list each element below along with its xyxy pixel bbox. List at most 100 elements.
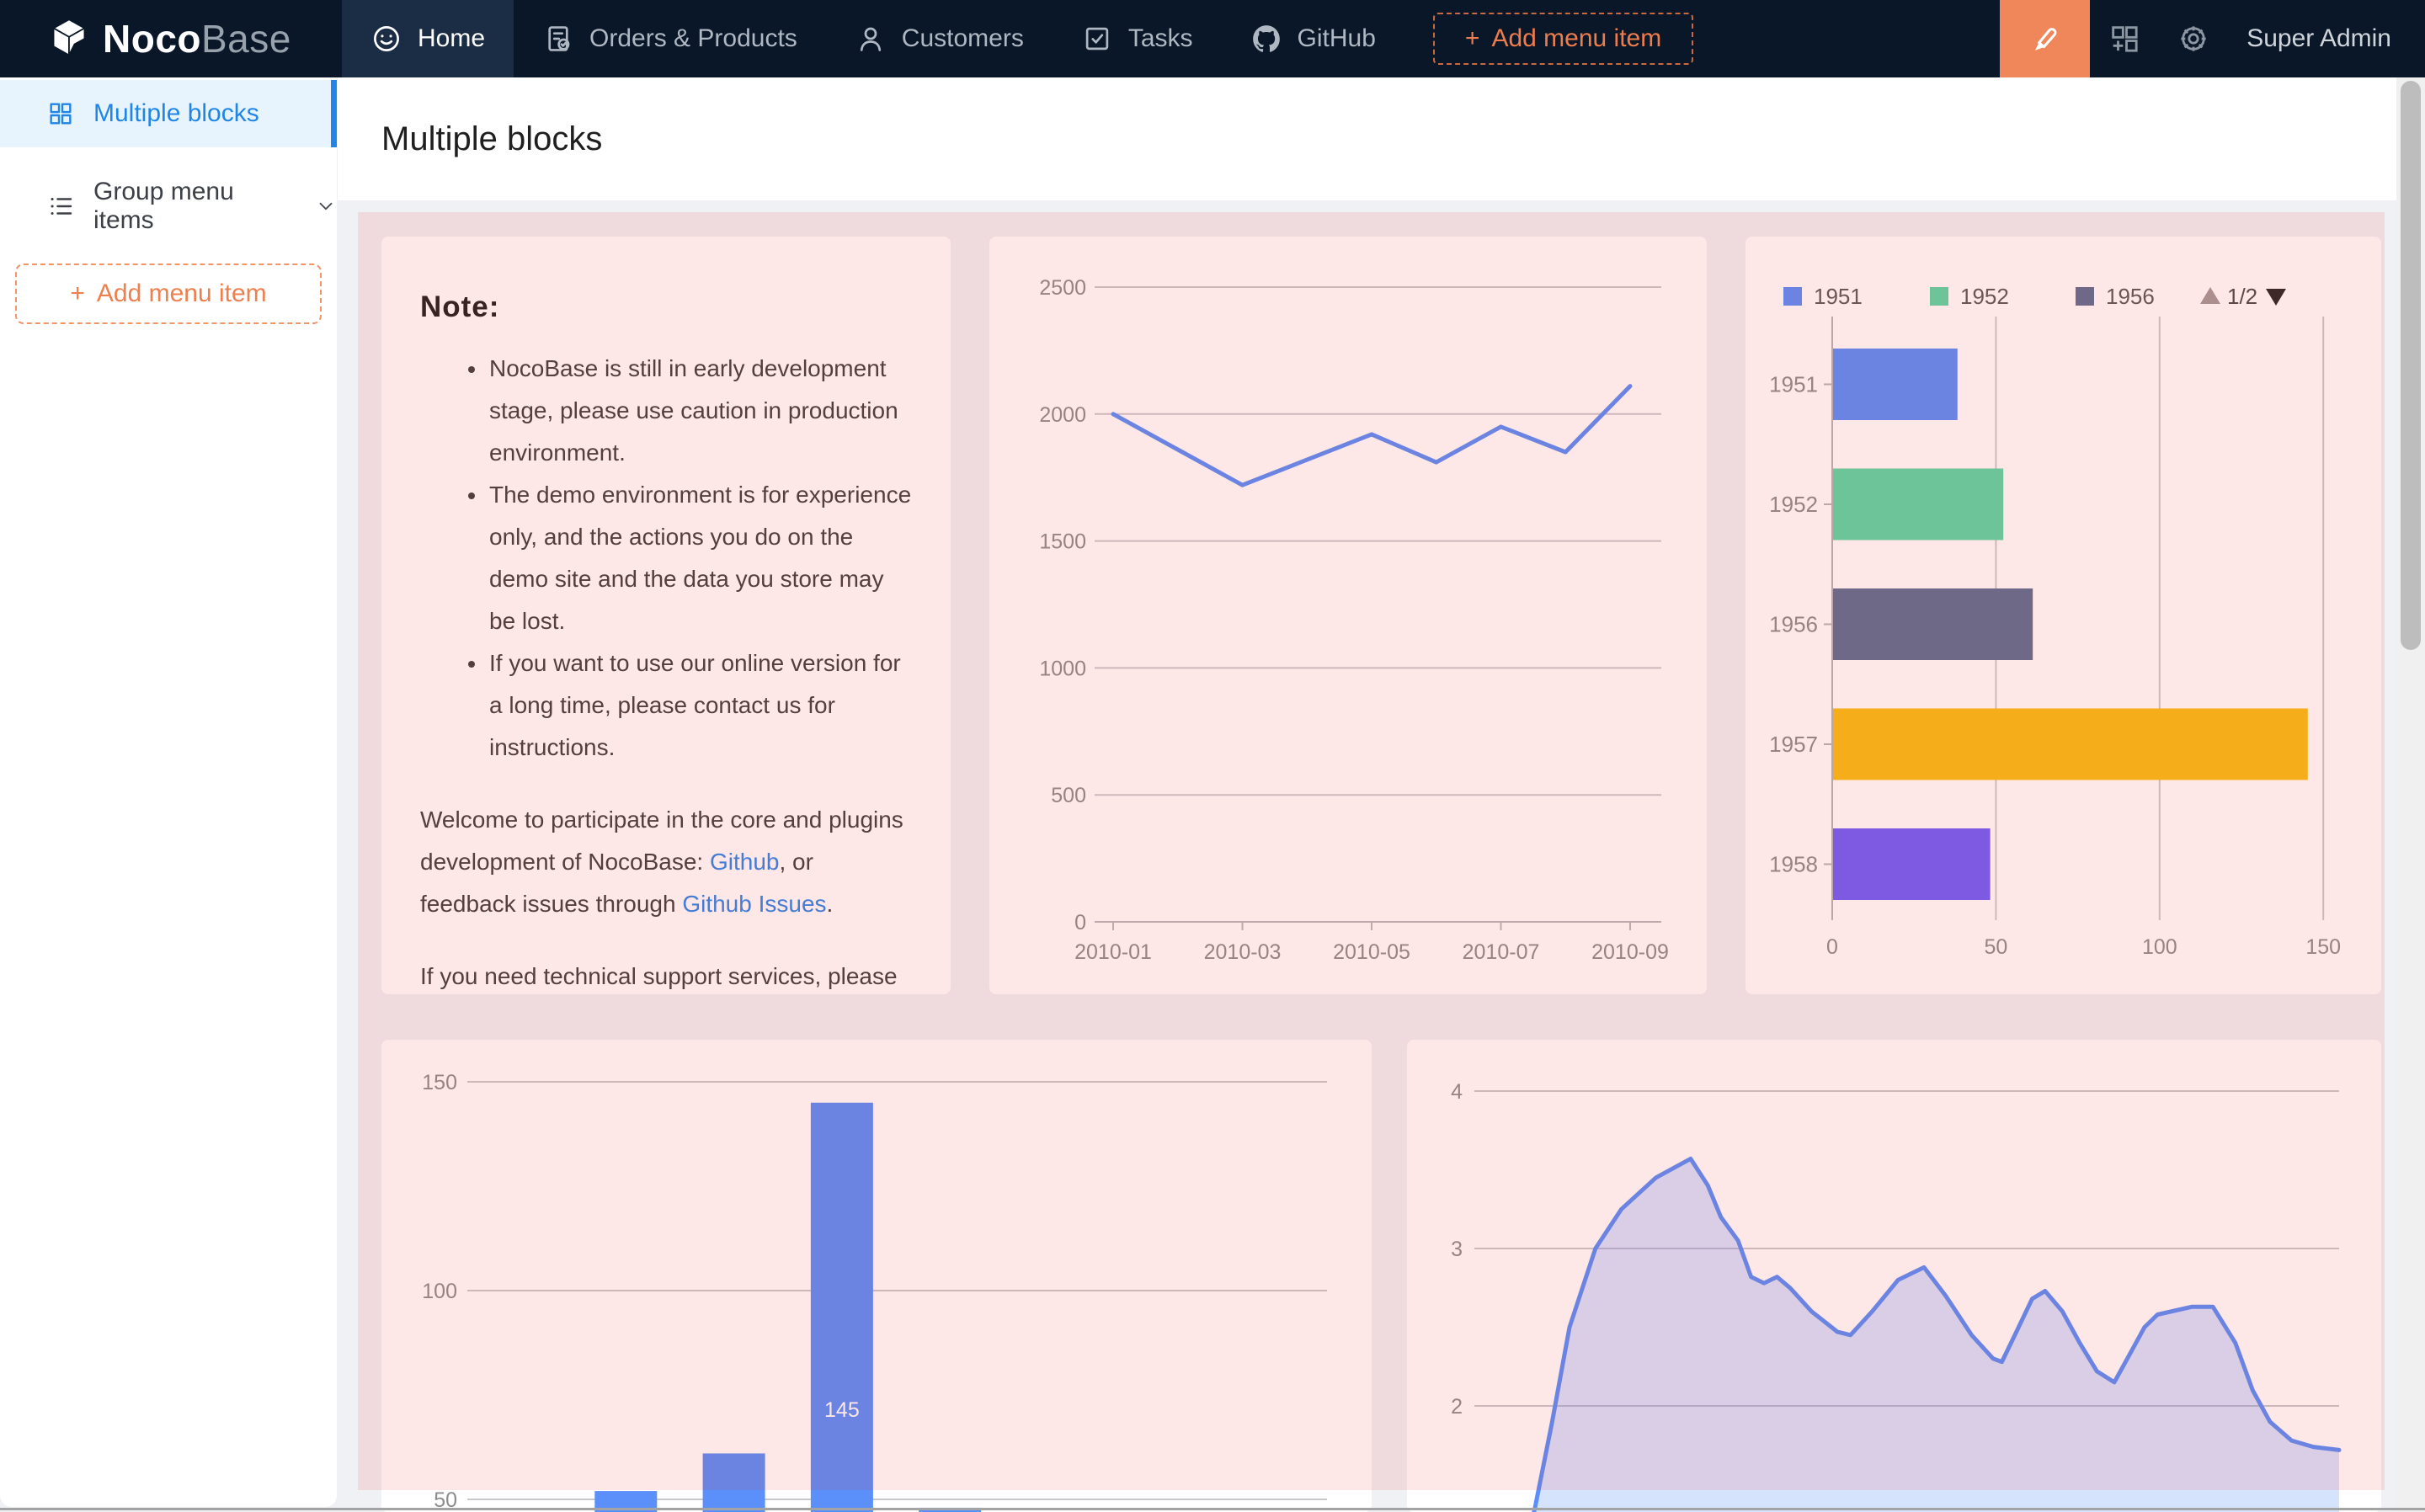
settings-button[interactable] [2159, 0, 2228, 77]
sidebar-menu: Multiple blocks Group menu items [0, 80, 337, 240]
svg-text:1956: 1956 [1769, 612, 1818, 637]
note-link[interactable]: Github [710, 849, 780, 875]
note-bullet: If you want to use our online version fo… [488, 642, 912, 769]
user-icon [855, 23, 887, 55]
svg-text:1000: 1000 [1039, 657, 1086, 680]
svg-text:150: 150 [422, 1071, 457, 1094]
nav-item-label: Home [418, 24, 485, 53]
vertical-scrollbar[interactable] [2396, 77, 2425, 1512]
grid-icon [46, 99, 75, 128]
svg-text:50: 50 [1984, 935, 2007, 959]
line-chart: 050010001500200025002010-012010-032010-0… [989, 237, 1707, 994]
window-bottom-edge [0, 1508, 2425, 1510]
scrollbar-thumb[interactable] [2401, 81, 2421, 650]
navbar: NocoBase Home Orders & Products Customers T… [0, 0, 2425, 77]
cube-logo-icon [47, 15, 91, 62]
svg-text:3: 3 [1451, 1238, 1463, 1261]
note-link[interactable]: Github Issues [682, 891, 826, 917]
svg-text:0: 0 [1826, 935, 1838, 959]
chevron-down-icon [315, 195, 337, 217]
navbar-menu: Home Orders & Products Customers Tasks GitHu… [342, 0, 1404, 77]
current-user-name: Super Admin [2246, 24, 2391, 53]
logo-text-bold: Noco [103, 17, 201, 61]
area-chart: 4 3 2 [1407, 1040, 2381, 1512]
svg-text:150: 150 [2305, 935, 2341, 959]
navbar-right-actions: Super Admin [2000, 0, 2425, 77]
nocobase-logo[interactable]: NocoBase [0, 0, 342, 77]
legend-page-up[interactable] [2200, 287, 2220, 304]
svg-text:100: 100 [422, 1280, 457, 1303]
note-block: Note: NocoBase is still in early develop… [381, 237, 951, 994]
svg-text:1951: 1951 [1769, 372, 1818, 397]
sidebar-add-menu-item-button[interactable]: + Add menu item [15, 264, 322, 324]
note-bullet: The demo environment is for experience o… [488, 474, 912, 642]
nav-item-label: GitHub [1298, 24, 1376, 53]
nav-item-label: Tasks [1128, 24, 1193, 53]
plus-icon: + [70, 280, 85, 308]
note-title: Note: [420, 290, 912, 324]
logo-text-light: Base [201, 17, 291, 61]
plus-icon: + [1465, 24, 1480, 53]
nav-item-home[interactable]: Home [342, 0, 514, 77]
page-header: Multiple blocks [338, 77, 2396, 200]
app-window: NocoBase Home Orders & Products Customers T… [0, 0, 2425, 1512]
receipt-icon [542, 23, 574, 55]
legend-item[interactable]: 1956 [2106, 284, 2155, 309]
note-paragraph: If you need technical support services, … [420, 956, 912, 994]
svg-text:100: 100 [2142, 935, 2177, 959]
svg-text:2010-05: 2010-05 [1333, 940, 1410, 964]
sidebar-item-group-menu-items[interactable]: Group menu items [0, 173, 337, 240]
check-square-icon [1081, 23, 1113, 55]
legend-item[interactable]: 1951 [1814, 284, 1863, 309]
svg-text:0: 0 [1074, 911, 1086, 934]
navbar-add-menu-item-label: Add menu item [1491, 24, 1661, 53]
svg-text:2010-01: 2010-01 [1074, 940, 1152, 964]
legend-page-down[interactable] [2266, 289, 2286, 306]
current-user-menu[interactable]: Super Admin [2228, 0, 2425, 77]
navbar-add-menu-item-button[interactable]: + Add menu item [1433, 13, 1693, 65]
column-chart: 15010050145 [381, 1040, 1372, 1512]
sidebar-item-label: Multiple blocks [93, 99, 259, 128]
svg-text:145: 145 [824, 1398, 860, 1422]
note-paragraph: Welcome to participate in the core and p… [420, 799, 912, 925]
svg-text:1/2: 1/2 [2227, 284, 2257, 309]
legend-item[interactable]: 1952 [1960, 284, 2009, 309]
line-chart-block: 050010001500200025002010-012010-032010-0… [989, 237, 1707, 994]
page-title: Multiple blocks [381, 120, 602, 158]
nav-item-orders-products[interactable]: Orders & Products [514, 0, 826, 77]
highlighter-icon [2027, 20, 2064, 57]
sidebar-item-multiple-blocks[interactable]: Multiple blocks [0, 80, 337, 147]
svg-text:1957: 1957 [1769, 732, 1818, 757]
area-chart-block: 4 3 2 [1407, 1040, 2381, 1512]
svg-text:2: 2 [1451, 1395, 1463, 1419]
nav-item-label: Orders & Products [589, 24, 797, 53]
github-icon [1250, 23, 1282, 55]
svg-text:1952: 1952 [1769, 492, 1818, 517]
smiley-icon [370, 23, 402, 55]
svg-text:4: 4 [1451, 1080, 1463, 1104]
nav-item-tasks[interactable]: Tasks [1053, 0, 1222, 77]
list-icon [46, 192, 75, 221]
svg-text:2010-03: 2010-03 [1204, 940, 1282, 964]
svg-text:2010-09: 2010-09 [1591, 940, 1669, 964]
nav-item-label: Customers [902, 24, 1024, 53]
ui-editor-button[interactable] [2000, 0, 2090, 77]
svg-text:1958: 1958 [1769, 852, 1818, 877]
plugin-manager-button[interactable] [2090, 0, 2159, 77]
svg-text:2010-07: 2010-07 [1463, 940, 1540, 964]
note-body: NocoBase is still in early development s… [420, 348, 912, 994]
horizontal-bar-chart: 0 50 100 150 1951 1952 1956 1957 1958 1951 1952 195… [1745, 237, 2381, 994]
nav-item-github[interactable]: GitHub [1222, 0, 1404, 77]
sidebar-add-menu-item-label: Add menu item [97, 280, 267, 308]
sidebar: Multiple blocks Group menu items + Add me… [0, 77, 338, 1507]
svg-text:2500: 2500 [1039, 276, 1086, 300]
horizontal-bar-chart-block: 0 50 100 150 1951 1952 1956 1957 1958 1951 1952 195… [1745, 237, 2381, 994]
svg-text:2000: 2000 [1039, 403, 1086, 427]
column-chart-block: 15010050145 [381, 1040, 1372, 1512]
sidebar-item-label: Group menu items [93, 178, 278, 235]
gear-icon [2177, 22, 2210, 56]
svg-text:500: 500 [1051, 784, 1086, 807]
note-bullet: NocoBase is still in early development s… [488, 348, 912, 474]
nav-item-customers[interactable]: Customers [826, 0, 1053, 77]
appstore-add-icon [2108, 22, 2141, 56]
